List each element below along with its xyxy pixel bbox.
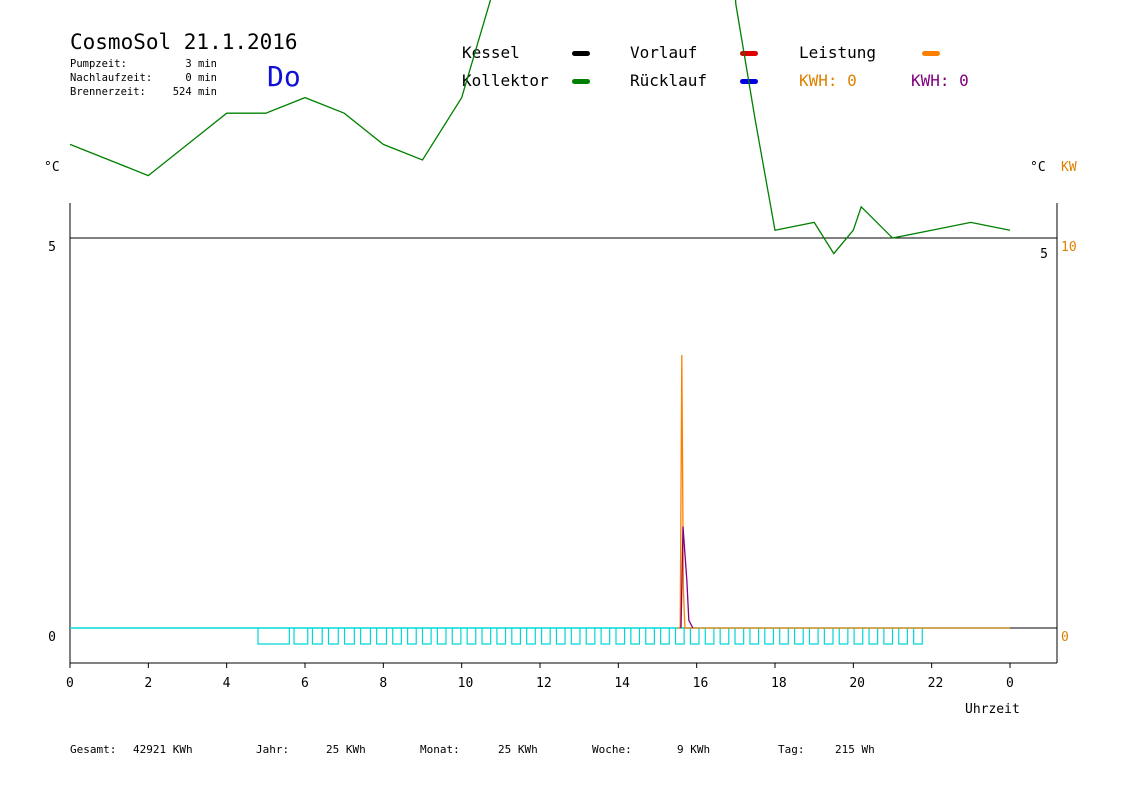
footer-year-value: 25 KWh — [326, 743, 366, 756]
x-tick-label: 14 — [614, 676, 630, 691]
temperature-chart: 0246810121416182022005101520255101520250… — [48, 0, 1077, 691]
tick-labels: 0246810121416182022005101520255101520250… — [48, 240, 1077, 691]
footer-total-value: 42921 KWh — [133, 743, 193, 756]
footer-week-label: Woche: — [592, 743, 632, 756]
footer-week-value: 9 KWh — [677, 743, 711, 756]
x-tick-label: 16 — [693, 676, 709, 691]
left-tick-label: 0 — [48, 630, 56, 645]
x-tick-label: 0 — [1006, 676, 1014, 691]
x-tick-label: 2 — [144, 676, 152, 691]
series-line-leistung — [677, 354, 1010, 629]
cyan-pulses — [257, 628, 923, 645]
footer-total-label: Gesamt: — [70, 743, 117, 756]
x-tick-label: 10 — [458, 676, 474, 691]
axes — [69, 203, 1058, 668]
footer-month-label: Monat: — [420, 743, 460, 756]
footer-day-label: Tag: — [778, 743, 805, 756]
grid-lines — [70, 237, 1057, 629]
x-axis-label: Uhrzeit — [965, 702, 1020, 717]
footer-month-value: 25 KWh — [498, 743, 538, 756]
left-tick-label: 5 — [48, 240, 56, 255]
right-c-tick-label: 5 — [1040, 247, 1048, 262]
x-tick-label: 4 — [223, 676, 231, 691]
x-tick-label: 8 — [379, 676, 387, 691]
x-tick-label: 20 — [849, 676, 865, 691]
x-tick-label: 0 — [66, 676, 74, 691]
series-lines — [69, 0, 1011, 645]
right-kw-tick-label: 0 — [1061, 630, 1069, 645]
right-kw-tick-label: 10 — [1061, 240, 1077, 255]
footer-year-label: Jahr: — [256, 743, 290, 756]
x-tick-label: 22 — [928, 676, 944, 691]
x-tick-label: 12 — [536, 676, 552, 691]
x-tick-label: 18 — [771, 676, 787, 691]
x-tick-label: 6 — [301, 676, 309, 691]
series-line-kollektor — [69, 0, 1011, 255]
footer-day-value: 215 Wh — [835, 743, 875, 756]
